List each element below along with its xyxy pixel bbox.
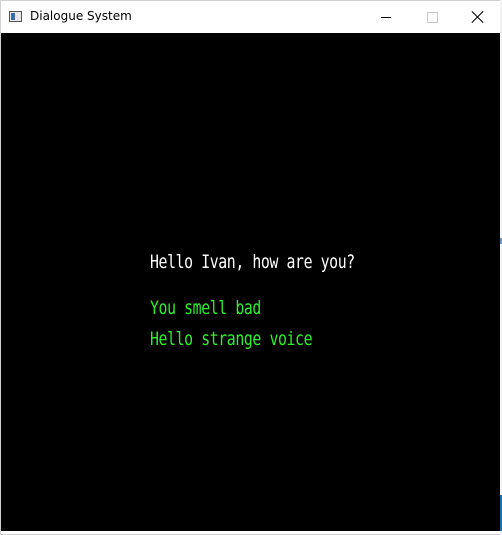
window-app-icon	[9, 11, 22, 22]
app-window: Dialogue System Hello Ivan, how are you?…	[0, 0, 502, 535]
maximize-button[interactable]	[409, 1, 455, 33]
dialogue-prompt: Hello Ivan, how are you?	[150, 251, 355, 273]
minimize-button[interactable]	[363, 1, 409, 33]
minimize-icon	[381, 16, 391, 18]
window-title: Dialogue System	[30, 9, 132, 23]
dialogue-option-2[interactable]: Hello strange voice	[150, 328, 313, 350]
maximize-icon	[426, 11, 438, 23]
dialogue-option-1[interactable]: You smell bad	[150, 297, 261, 319]
close-button[interactable]	[455, 1, 501, 33]
close-icon	[472, 11, 484, 23]
title-bar[interactable]: Dialogue System	[1, 1, 501, 33]
game-canvas[interactable]: Hello Ivan, how are you? You smell bad H…	[1, 33, 501, 531]
